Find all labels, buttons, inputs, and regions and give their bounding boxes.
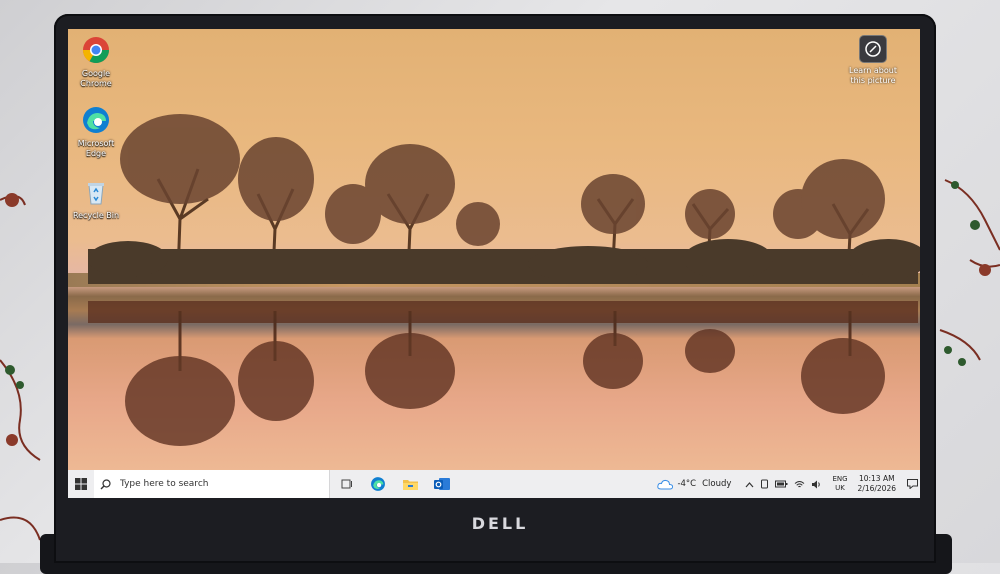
desktop-icon-label: Google Chrome [80,69,112,88]
recycle-bin-icon [88,183,104,205]
notification-button[interactable] [904,470,920,498]
windows-logo-icon [75,478,87,490]
cloud-icon [657,479,674,489]
task-view-button[interactable] [330,470,362,498]
weather-temperature: -4°C [677,479,697,489]
camera-icon [859,35,887,63]
search-input[interactable] [118,478,322,490]
tray-icons [745,479,822,489]
taskbar-edge[interactable] [362,470,394,498]
taskbar-search[interactable] [94,470,330,498]
task-view-icon [341,479,352,489]
notification-icon [906,479,918,489]
clock-time: 10:13 AM [858,474,895,483]
edge-icon [83,107,109,133]
language-indicator[interactable]: ENG UK [832,475,847,493]
outlook-icon [434,478,450,490]
language-code: ENG [832,475,848,483]
desktop-icon-recycle-bin[interactable]: Recycle Bin [68,177,124,221]
weather-condition: Cloudy [702,479,732,489]
search-icon [100,478,111,489]
chrome-icon [82,37,110,64]
clock-date: 2/16/2026 [857,484,896,493]
battery-icon[interactable] [775,480,788,488]
clock[interactable]: 10:13 AM 2/16/2026 [858,474,896,494]
system-tray: -4°C Cloudy ENG UK 10:13 AM 2/16/2026 [657,470,920,498]
desktop-icon-label: Recycle Bin [72,211,120,220]
wallpaper-reflection [88,301,918,446]
wifi-icon[interactable] [794,480,805,489]
edge-icon [371,477,385,491]
keyboard-layout: UK [835,484,845,492]
dell-logo: DELL [471,514,529,533]
desktop-icon-label: Microsoft Edge [77,139,115,158]
start-button[interactable] [68,470,94,498]
weather-widget[interactable]: -4°C Cloudy [657,479,731,490]
taskbar: -4°C Cloudy ENG UK 10:13 AM 2/16/2026 [68,470,920,498]
meet-now-icon[interactable] [760,479,769,489]
volume-icon[interactable] [811,480,822,489]
file-explorer-icon [402,479,418,490]
desktop-icon-edge[interactable]: Microsoft Edge [68,105,124,159]
taskbar-file-explorer[interactable] [394,470,426,498]
desktop-icon-chrome[interactable]: Google Chrome [68,35,124,89]
chevron-up-icon[interactable] [745,481,754,488]
wallpaper-trees [88,114,920,284]
learn-about-picture-label: Learn about this picture [849,66,897,85]
learn-about-picture[interactable]: Learn about this picture [842,35,904,86]
desktop-screen: Google Chrome Microsoft Edge Recycle Bin… [68,29,920,498]
taskbar-outlook[interactable] [426,470,458,498]
